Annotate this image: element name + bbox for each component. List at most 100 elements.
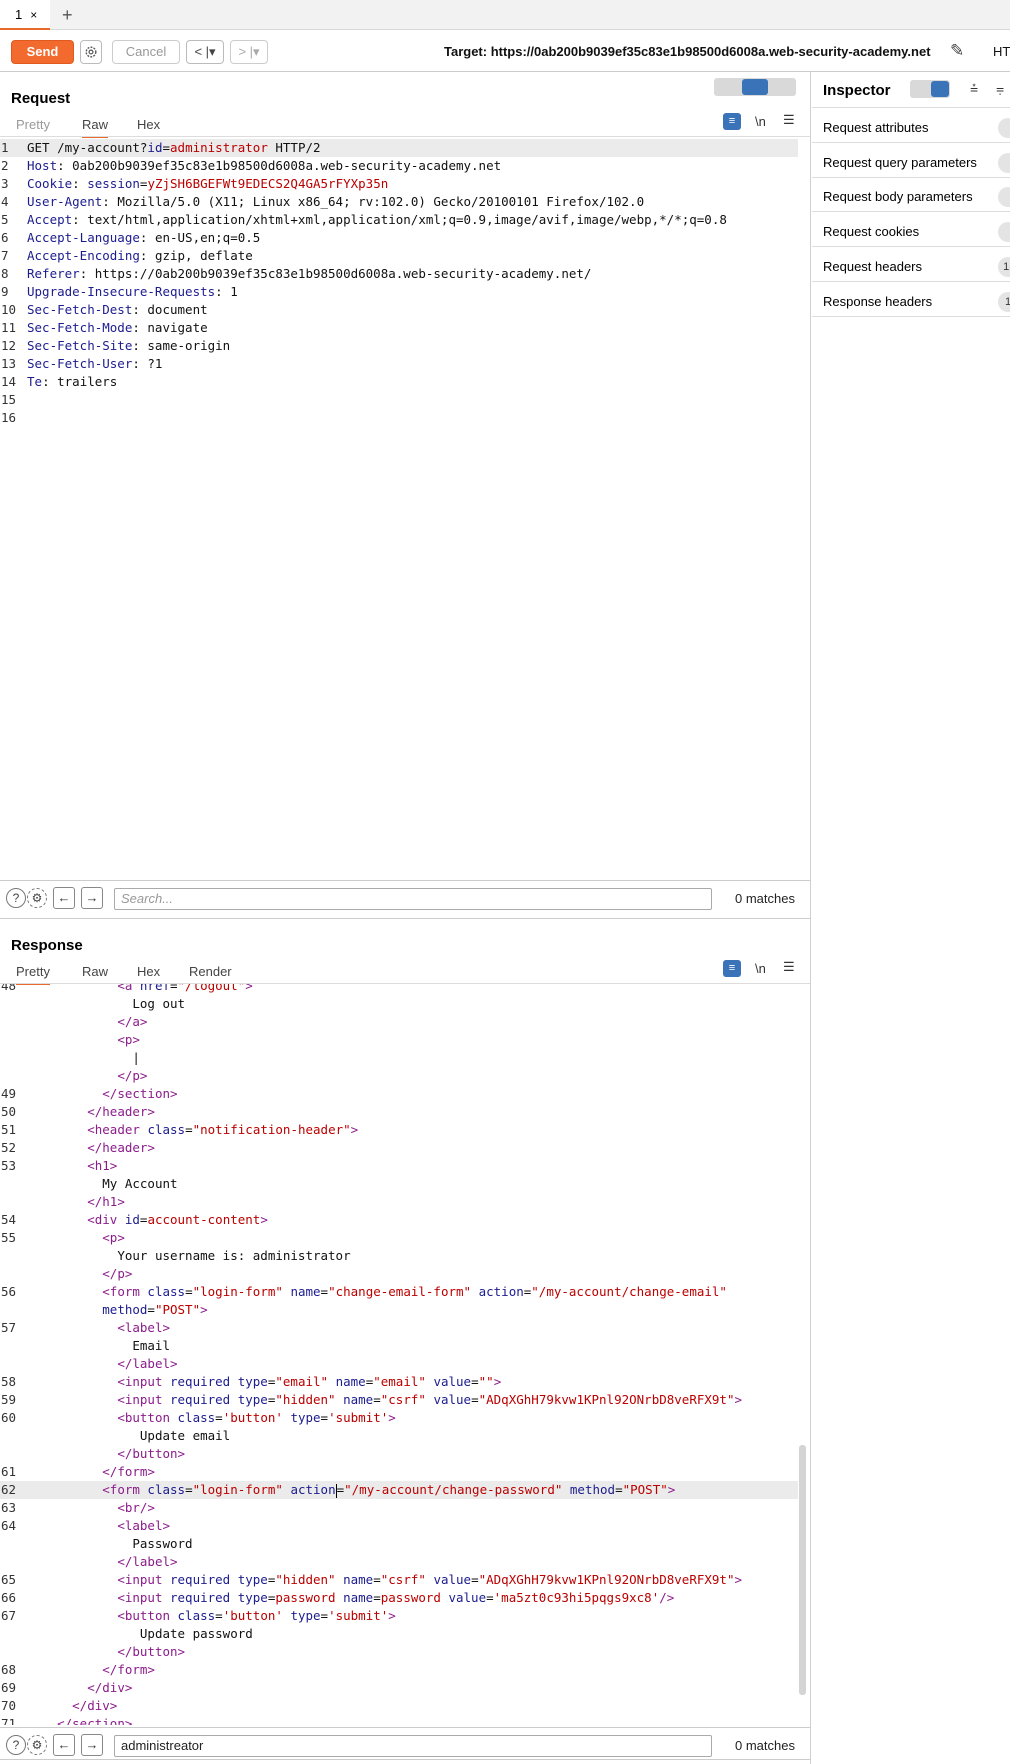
response-line[interactable]: 63 <br/> bbox=[0, 1499, 798, 1517]
response-line[interactable]: Password bbox=[0, 1535, 798, 1553]
request-line[interactable]: 5 Accept: text/html,application/xhtml+xml… bbox=[0, 211, 798, 229]
response-tab-pretty[interactable]: Pretty bbox=[16, 964, 50, 985]
response-line[interactable]: 69 </div> bbox=[0, 1679, 798, 1697]
response-line[interactable]: <p> bbox=[0, 1031, 798, 1049]
response-line[interactable]: 64 <label> bbox=[0, 1517, 798, 1535]
response-line[interactable]: 65 <input required type="hidden" name="c… bbox=[0, 1571, 798, 1589]
settings-button[interactable] bbox=[80, 40, 102, 64]
request-line[interactable]: 6 Accept-Language: en-US,en;q=0.5 bbox=[0, 229, 798, 247]
layout-side-icon[interactable] bbox=[716, 79, 742, 95]
next-match-button[interactable]: → bbox=[81, 1734, 103, 1756]
close-icon[interactable]: × bbox=[30, 8, 37, 22]
request-line[interactable]: 1 GET /my-account?id=administrator HTTP/2 bbox=[0, 139, 798, 157]
expand-all-icon[interactable]: ⩮ bbox=[970, 80, 978, 97]
request-search-input[interactable]: Search... bbox=[114, 888, 712, 910]
response-line[interactable]: 52 </header> bbox=[0, 1139, 798, 1157]
send-button[interactable]: Send bbox=[11, 40, 74, 64]
response-scrollbar[interactable] bbox=[799, 1445, 806, 1695]
wrap-lines-icon[interactable]: ≡ bbox=[723, 960, 741, 977]
response-line[interactable]: 66 <input required type=password name=pa… bbox=[0, 1589, 798, 1607]
response-line[interactable]: Email bbox=[0, 1337, 798, 1355]
request-line[interactable]: 9 Upgrade-Insecure-Requests: 1 bbox=[0, 283, 798, 301]
response-tab-raw[interactable]: Raw bbox=[82, 964, 108, 979]
wrap-lines-icon[interactable]: ≡ bbox=[723, 113, 741, 130]
layout-tabs-icon[interactable] bbox=[768, 79, 794, 95]
response-line[interactable]: 49 </section> bbox=[0, 1085, 798, 1103]
request-editor[interactable]: 1 GET /my-account?id=administrator HTTP/2… bbox=[0, 139, 798, 427]
response-line[interactable]: 51 <header class="notification-header"> bbox=[0, 1121, 798, 1139]
layout-toggle[interactable] bbox=[714, 78, 796, 96]
inspector-item[interactable]: Request attributes bbox=[812, 108, 1010, 143]
response-tab-hex[interactable]: Hex bbox=[137, 964, 160, 979]
inspector-item[interactable]: Request body parameters bbox=[812, 177, 1010, 213]
response-line[interactable]: Update email bbox=[0, 1427, 798, 1445]
help-icon[interactable]: ? bbox=[6, 888, 26, 908]
edit-target-icon[interactable]: ✎ bbox=[950, 41, 964, 61]
response-line[interactable]: Your username is: administrator bbox=[0, 1247, 798, 1265]
response-line[interactable]: Update password bbox=[0, 1625, 798, 1643]
response-tab-render[interactable]: Render bbox=[189, 964, 232, 979]
response-line[interactable]: 54 <div id=account-content> bbox=[0, 1211, 798, 1229]
response-line[interactable]: 59 <input required type="hidden" name="c… bbox=[0, 1391, 798, 1409]
request-tab-pretty[interactable]: Pretty bbox=[16, 117, 50, 132]
request-line[interactable]: 13 Sec-Fetch-User: ?1 bbox=[0, 355, 798, 373]
response-line[interactable]: 70 </div> bbox=[0, 1697, 798, 1715]
newline-toggle[interactable]: \n bbox=[755, 114, 766, 129]
response-line[interactable]: </h1> bbox=[0, 1193, 798, 1211]
forward-button[interactable]: > |▾ bbox=[230, 40, 268, 64]
response-line[interactable]: </button> bbox=[0, 1643, 798, 1661]
response-line[interactable]: 58 <input required type="email" name="em… bbox=[0, 1373, 798, 1391]
response-line[interactable]: </p> bbox=[0, 1265, 798, 1283]
response-line[interactable]: </label> bbox=[0, 1553, 798, 1571]
response-line[interactable]: </a> bbox=[0, 1013, 798, 1031]
newline-toggle[interactable]: \n bbox=[755, 961, 766, 976]
request-tab-hex[interactable]: Hex bbox=[137, 117, 160, 132]
tab-1[interactable]: 1 × bbox=[0, 0, 50, 30]
request-line[interactable]: 4 User-Agent: Mozilla/5.0 (X11; Linux x86… bbox=[0, 193, 798, 211]
request-tab-raw[interactable]: Raw bbox=[82, 117, 109, 138]
response-editor[interactable]: 48 <a href="/logout"> Log out </a> <p> |… bbox=[0, 984, 798, 1725]
inspector-item[interactable]: Response headers 1 bbox=[812, 282, 1010, 317]
response-line[interactable]: 67 <button class='button' type='submit'> bbox=[0, 1607, 798, 1625]
layout-stacked-icon[interactable] bbox=[742, 79, 768, 95]
help-icon[interactable]: ? bbox=[6, 1735, 26, 1755]
collapse-all-icon[interactable]: ⩦ bbox=[996, 80, 1004, 97]
request-line[interactable]: 12 Sec-Fetch-Site: same-origin bbox=[0, 337, 798, 355]
inspector-item[interactable]: Request headers 1( bbox=[812, 247, 1010, 282]
back-button[interactable]: < |▾ bbox=[186, 40, 224, 64]
add-tab-icon[interactable]: + bbox=[62, 5, 73, 26]
response-line[interactable]: 60 <button class='button' type='submit'> bbox=[0, 1409, 798, 1427]
request-line[interactable]: 11 Sec-Fetch-Mode: navigate bbox=[0, 319, 798, 337]
request-line[interactable]: 14 Te: trailers bbox=[0, 373, 798, 391]
response-line[interactable]: Log out bbox=[0, 995, 798, 1013]
response-line[interactable]: 53 <h1> bbox=[0, 1157, 798, 1175]
inspector-item[interactable]: Request query parameters bbox=[812, 143, 1010, 178]
inspector-view-selected[interactable] bbox=[931, 81, 949, 97]
next-match-button[interactable]: → bbox=[81, 887, 103, 909]
request-line[interactable]: 10 Sec-Fetch-Dest: document bbox=[0, 301, 798, 319]
response-line[interactable]: 68 </form> bbox=[0, 1661, 798, 1679]
response-line[interactable]: 71 </section> bbox=[0, 1715, 798, 1725]
response-line[interactable]: method="POST"> bbox=[0, 1301, 798, 1319]
protocol-label[interactable]: HT bbox=[993, 44, 1010, 59]
gear-icon[interactable]: ⚙ bbox=[27, 1735, 47, 1755]
cancel-button[interactable]: Cancel bbox=[112, 40, 180, 64]
request-line[interactable]: 15 bbox=[0, 391, 798, 409]
menu-icon[interactable]: ☰ bbox=[783, 112, 795, 128]
request-line[interactable]: 7 Accept-Encoding: gzip, deflate bbox=[0, 247, 798, 265]
response-line[interactable]: 56 <form class="login-form" name="change… bbox=[0, 1283, 798, 1301]
response-line[interactable]: 62 <form class="login-form" action="/my-… bbox=[0, 1481, 798, 1499]
inspector-item[interactable]: Request cookies bbox=[812, 212, 1010, 248]
response-line[interactable]: </button> bbox=[0, 1445, 798, 1463]
response-line[interactable]: 50 </header> bbox=[0, 1103, 798, 1121]
response-line[interactable]: 61 </form> bbox=[0, 1463, 798, 1481]
menu-icon[interactable]: ☰ bbox=[783, 959, 795, 975]
request-line[interactable]: 16 bbox=[0, 409, 798, 427]
response-line[interactable]: </p> bbox=[0, 1067, 798, 1085]
gear-icon[interactable]: ⚙ bbox=[27, 888, 47, 908]
response-line[interactable]: </label> bbox=[0, 1355, 798, 1373]
request-line[interactable]: 8 Referer: https://0ab200b9039ef35c83e1b9… bbox=[0, 265, 798, 283]
previous-match-button[interactable]: ← bbox=[53, 1734, 75, 1756]
panel-divider[interactable] bbox=[810, 72, 811, 1764]
previous-match-button[interactable]: ← bbox=[53, 887, 75, 909]
